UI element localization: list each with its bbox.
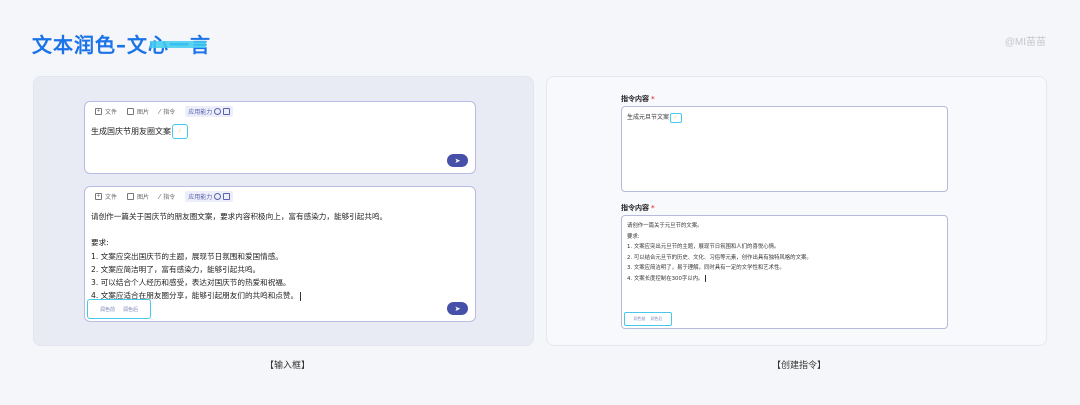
- capability-button[interactable]: 应用能力: [185, 191, 234, 202]
- polish-wand-tag[interactable]: ⁄: [670, 112, 683, 123]
- field-label-1: 指令内容 *: [621, 94, 655, 104]
- image-icon: [127, 193, 135, 200]
- prompt-line: 1. 文案应突出国庆节的主题，展现节日氛围和爱国情感。: [91, 251, 283, 261]
- capability-button[interactable]: 应用能力: [185, 106, 234, 117]
- required-asterisk: *: [651, 95, 655, 103]
- send-button[interactable]: ➤: [447, 302, 468, 315]
- wand-icon: ⁄: [179, 128, 181, 135]
- prompt-line: 要求:: [91, 238, 109, 248]
- command-content-field-1[interactable]: 生成元旦节文案 ⁄: [621, 106, 948, 192]
- file-tool-label: 文件: [105, 194, 118, 201]
- command-tool-button[interactable]: ⁄ 指令: [159, 107, 176, 117]
- image-tool-label: 图片: [137, 109, 150, 116]
- input-box-caption: 【输入框】: [265, 361, 311, 371]
- capability-label: 应用能力: [188, 194, 213, 201]
- plugin-icon: [223, 108, 231, 115]
- field-line: 4. 文案长度控制在300字以内。: [627, 275, 704, 282]
- plugin-icon: [223, 193, 231, 200]
- image-tool-label: 图片: [137, 194, 150, 201]
- author-credit: @MI苗苗: [1004, 37, 1046, 48]
- image-tool-button[interactable]: 图片: [127, 192, 149, 201]
- paper-plane-icon: ➤: [454, 305, 461, 313]
- paper-plane-icon: ➤: [454, 157, 461, 165]
- input-toolbar: + 文件 图片 ⁄ 指令 应用能力: [95, 191, 234, 202]
- globe-icon: [214, 193, 222, 200]
- chat-input-box-expanded[interactable]: + 文件 图片 ⁄ 指令 应用能力 请创作一篇关于国庆节的朋友圈文案，要求内容积…: [84, 186, 476, 322]
- file-tool-button[interactable]: + 文件: [95, 107, 117, 116]
- command-tool-label: 指令: [163, 109, 176, 116]
- file-tool-label: 文件: [105, 109, 118, 116]
- field-label-2: 指令内容 *: [621, 203, 655, 213]
- globe-icon: [214, 108, 222, 115]
- prompt-line: 请创作一篇关于国庆节的朋友圈文案，要求内容积极向上，富有感染力，能够引起共鸣。: [91, 212, 388, 221]
- wand-icon: ⁄: [675, 114, 676, 121]
- polish-action-group: 润色前 润色后: [87, 299, 151, 319]
- field-line: 要求:: [627, 233, 640, 240]
- create-command-caption: 【创建指令】: [772, 361, 827, 371]
- title-highlight-bar: [150, 41, 206, 48]
- input-text-content: 生成国庆节朋友圈文案: [91, 127, 171, 136]
- input-text[interactable]: 生成国庆节朋友圈文案 ⁄: [91, 124, 188, 139]
- field-label-text: 指令内容: [621, 204, 649, 212]
- input-toolbar: + 文件 图片 ⁄ 指令 应用能力: [95, 106, 234, 117]
- required-asterisk: *: [651, 204, 655, 212]
- before-polish-button[interactable]: 润色前: [100, 306, 115, 313]
- prompt-line: 2. 文案应简洁明了，富有感染力，能够引起共鸣。: [91, 264, 261, 274]
- send-button[interactable]: ➤: [447, 154, 468, 167]
- capability-label: 应用能力: [188, 109, 213, 116]
- after-polish-button[interactable]: 润色后: [123, 306, 138, 313]
- field-line: 请创作一篇关于元旦节的文案。: [627, 223, 703, 229]
- polish-wand-tag[interactable]: ⁄: [172, 124, 188, 139]
- chat-input-box-short[interactable]: + 文件 图片 ⁄ 指令 应用能力 生成国庆节朋友圈文案 ⁄ ➤: [84, 101, 476, 174]
- command-tool-label: 指令: [163, 194, 176, 201]
- command-icon: ⁄: [159, 107, 161, 116]
- text-caret: [705, 274, 707, 282]
- field-line: 3. 文案应简洁明了，易于理解，同时具有一定的文学性和艺术性。: [627, 265, 785, 272]
- before-polish-button[interactable]: 润色前: [634, 316, 646, 322]
- field-value-text: 生成元旦节文案: [627, 114, 670, 121]
- file-tool-button[interactable]: + 文件: [95, 192, 117, 201]
- expanded-prompt-text[interactable]: 请创作一篇关于国庆节的朋友圈文案，要求内容积极向上，富有感染力，能够引起共鸣。 …: [91, 210, 387, 302]
- command-tool-button[interactable]: ⁄ 指令: [159, 192, 176, 202]
- image-icon: [127, 108, 135, 115]
- command-content-field-2[interactable]: 请创作一篇关于元旦节的文案。 要求: 1. 文案应突出元旦节的主题，展现节日氛围…: [621, 215, 948, 329]
- file-icon: +: [95, 108, 102, 115]
- image-tool-button[interactable]: 图片: [127, 107, 149, 116]
- field-multiline-value: 请创作一篇关于元旦节的文案。 要求: 1. 文案应突出元旦节的主题，展现节日氛围…: [627, 221, 812, 285]
- polish-action-group: 润色前 润色后: [624, 312, 672, 326]
- text-caret: [300, 291, 302, 301]
- after-polish-button[interactable]: 润色后: [651, 316, 663, 322]
- field-line: 1. 文案应突出元旦节的主题，展现节日氛围和人们的喜悦心情。: [627, 244, 780, 251]
- field-line: 2. 可以结合元旦节的历史、文化、习俗等元素，创作出具有独特风格的文案。: [627, 254, 812, 261]
- field-value: 生成元旦节文案 ⁄: [627, 112, 683, 123]
- command-icon: ⁄: [159, 192, 161, 201]
- file-icon: +: [95, 193, 102, 200]
- field-label-text: 指令内容: [621, 95, 649, 103]
- prompt-line: 3. 可以结合个人经历和感受，表达对国庆节的热爱和祝福。: [91, 278, 291, 288]
- prompt-line: [91, 223, 387, 236]
